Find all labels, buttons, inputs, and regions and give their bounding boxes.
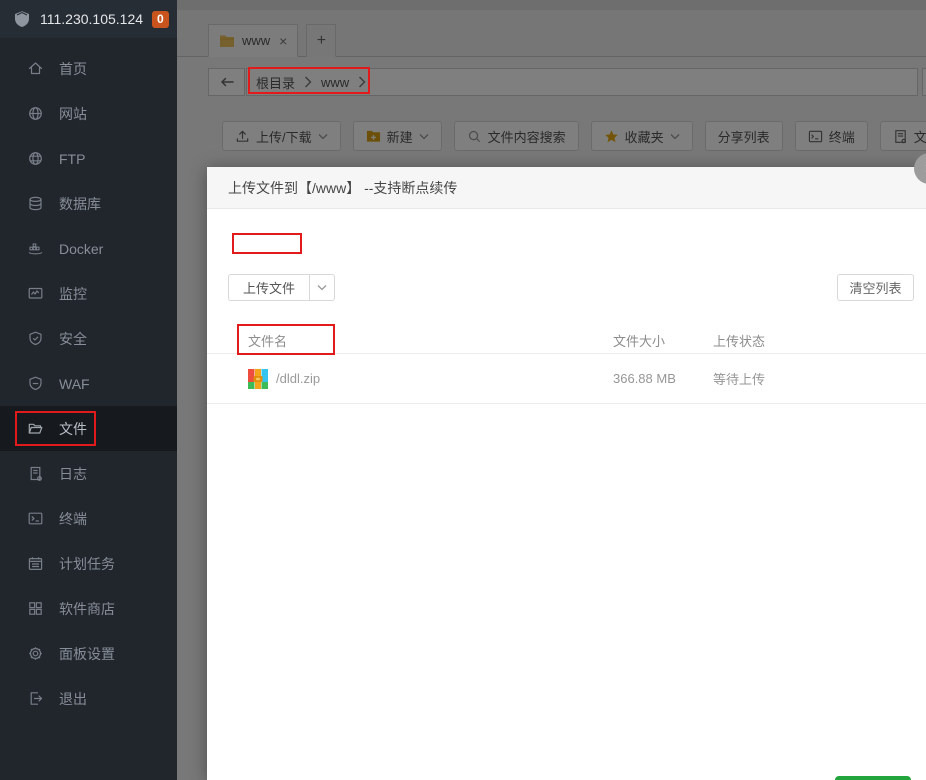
sidebar-item-label: 终端 [59, 510, 87, 527]
sidebar-item-home[interactable]: 首页 [0, 46, 177, 91]
sidebar-item-label: Docker [59, 240, 104, 257]
upload-file-split-button: 上传文件 [228, 274, 336, 301]
sidebar-item-label: 监控 [59, 285, 87, 302]
sidebar-item-label: 日志 [59, 465, 87, 482]
shield-icon [27, 375, 44, 392]
sidebar-item-label: 数据库 [59, 195, 101, 212]
start-upload-button[interactable]: 开始上传 [835, 776, 911, 780]
shield-check-icon [27, 330, 44, 347]
sidebar-item-label: 退出 [59, 690, 87, 707]
globe-icon [27, 105, 44, 122]
upload-modal: 上传文件到【/www】 --支持断点续传 ✕ 上传文件 清空列表 文件名 文件大… [207, 153, 926, 780]
calendar-icon [27, 555, 44, 572]
zip-file-icon [248, 368, 268, 389]
sidebar-item-label: 网站 [59, 105, 87, 122]
upload-file-dropdown-button[interactable] [310, 274, 336, 301]
sidebar-item-label: FTP [59, 150, 86, 167]
home-icon [27, 60, 44, 77]
sidebar-item-ftp[interactable]: FTP [0, 136, 177, 181]
file-name-text: /dldl.zip [276, 371, 321, 386]
folder-icon [27, 420, 44, 437]
message-count-badge: 0 [152, 10, 169, 28]
gear-icon [27, 645, 44, 662]
table-header-row: 文件名 文件大小 上传状态 [207, 327, 926, 354]
upload-file-table: 文件名 文件大小 上传状态 /dldl.zip 366.88 MB 等待上传 [207, 327, 926, 404]
sidebar-item-label: 计划任务 [59, 555, 115, 572]
panel-shield-icon [13, 10, 31, 28]
server-ip: 111.230.105.124 [40, 11, 144, 27]
logout-icon [27, 690, 44, 707]
chevron-down-icon [317, 284, 327, 291]
sidebar-item-logout[interactable]: 退出 [0, 676, 177, 721]
sidebar: 111.230.105.124 0 首页 网站 FTP 数据库 Docker 监… [0, 0, 177, 780]
file-size-cell: 366.88 MB [613, 371, 676, 386]
file-status-cell: 等待上传 [713, 372, 766, 387]
sidebar-item-database[interactable]: 数据库 [0, 181, 177, 226]
sidebar-item-settings[interactable]: 面板设置 [0, 631, 177, 676]
sidebar-item-monitor[interactable]: 监控 [0, 271, 177, 316]
sidebar-item-label: 面板设置 [59, 645, 115, 662]
sidebar-item-label: WAF [59, 375, 90, 392]
column-header-filesize: 文件大小 [613, 333, 666, 349]
sidebar-item-logs[interactable]: 日志 [0, 451, 177, 496]
sidebar-item-label: 首页 [59, 60, 87, 77]
sidebar-item-waf[interactable]: WAF [0, 361, 177, 406]
server-header: 111.230.105.124 0 [0, 0, 177, 38]
sidebar-item-docker[interactable]: Docker [0, 226, 177, 271]
sidebar-item-label: 软件商店 [59, 600, 115, 617]
sidebar-item-label: 安全 [59, 330, 87, 347]
ftp-globe-icon [27, 150, 44, 167]
column-header-status: 上传状态 [713, 333, 766, 349]
sidebar-item-label: 文件 [59, 420, 87, 437]
file-name-cell: /dldl.zip [248, 368, 613, 389]
monitor-chart-icon [27, 285, 44, 302]
sidebar-item-website[interactable]: 网站 [0, 91, 177, 136]
database-icon [27, 195, 44, 212]
log-file-icon [27, 465, 44, 482]
sidebar-item-terminal[interactable]: 终端 [0, 496, 177, 541]
upload-file-button[interactable]: 上传文件 [228, 274, 311, 301]
modal-header: 上传文件到【/www】 --支持断点续传 [207, 167, 926, 209]
sidebar-item-cron[interactable]: 计划任务 [0, 541, 177, 586]
terminal-icon [27, 510, 44, 527]
clear-list-button[interactable]: 清空列表 [837, 274, 914, 301]
sidebar-item-security[interactable]: 安全 [0, 316, 177, 361]
table-row: /dldl.zip 366.88 MB 等待上传 [207, 354, 926, 404]
column-header-filename: 文件名 [248, 333, 288, 349]
modal-title: 上传文件到【/www】 --支持断点续传 [228, 179, 458, 196]
sidebar-menu: 首页 网站 FTP 数据库 Docker 监控 安全 WAF 文件 日志 终端 … [0, 38, 177, 721]
grid-icon [27, 600, 44, 617]
docker-icon [27, 240, 44, 257]
sidebar-item-appstore[interactable]: 软件商店 [0, 586, 177, 631]
sidebar-item-files[interactable]: 文件 [0, 406, 177, 451]
